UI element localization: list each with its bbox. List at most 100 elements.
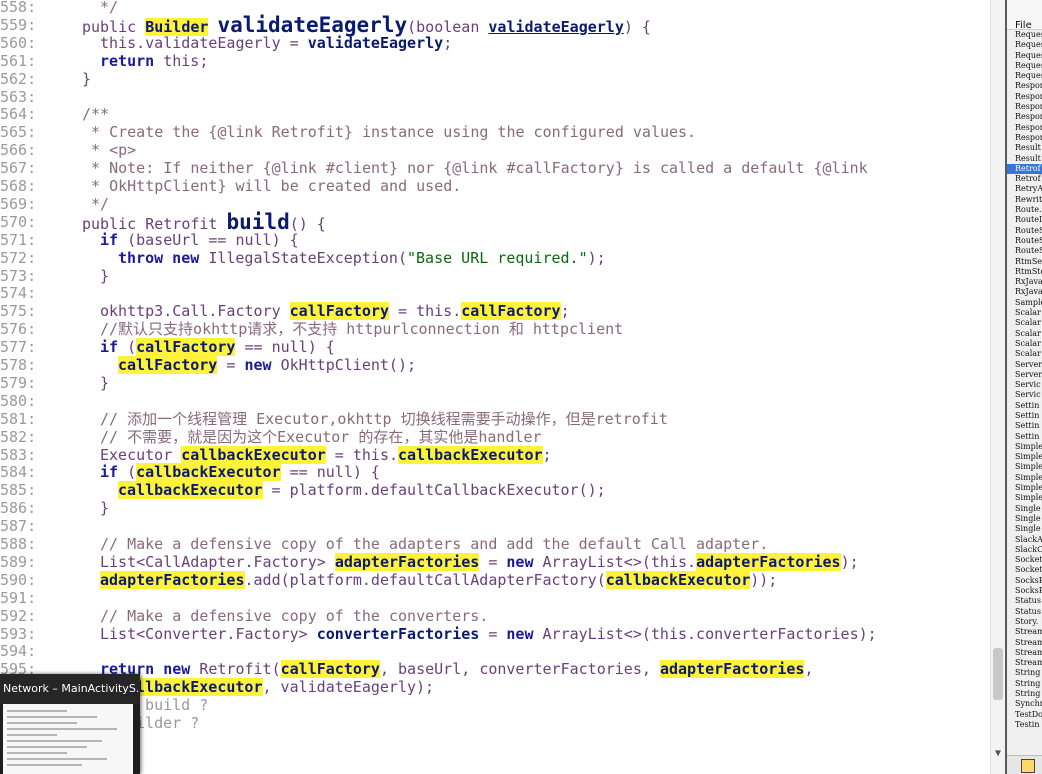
file-list-item[interactable]: Request	[1007, 40, 1042, 50]
file-list-item[interactable]: RtmSto	[1007, 267, 1042, 277]
scroll-down-arrow-icon[interactable]: ▼	[993, 748, 1003, 762]
file-list-item[interactable]: Servic	[1007, 390, 1042, 400]
file-list-item[interactable]: RxJava	[1007, 287, 1042, 297]
file-list-item[interactable]: Rewrit	[1007, 195, 1042, 205]
file-list-item[interactable]: Sample	[1007, 298, 1042, 308]
code-token: // Make a defensive copy of the adapters…	[100, 535, 769, 553]
file-list-item[interactable]: Result	[1007, 154, 1042, 164]
scrollbar-thumb[interactable]	[993, 648, 1003, 700]
code-token: List<Converter.Factory>	[100, 624, 317, 643]
file-list-item[interactable]: Scalar	[1007, 329, 1042, 339]
code-editor[interactable]: 558: */559: public Builder validateEagerly…	[0, 0, 1005, 774]
file-list-item[interactable]: Status	[1007, 596, 1042, 606]
code-text: adapterFactories.add(platform.defaultCal…	[100, 570, 777, 589]
file-list-item[interactable]: Respon	[1007, 102, 1042, 112]
file-list-item[interactable]: Socket	[1007, 555, 1042, 565]
code-line: 596:callbackExecutor, validateEagerly);	[0, 678, 990, 697]
highlighted-token: callbackExecutor	[181, 445, 326, 464]
file-list-item[interactable]: Request	[1007, 61, 1042, 71]
file-list-item[interactable]: Request	[1007, 51, 1042, 61]
file-list-item[interactable]: Scalar	[1007, 308, 1042, 318]
code-token: = platform.defaultCallbackExecutor();	[262, 481, 606, 500]
window-thumbnail-preview[interactable]: Network – MainActivityS...	[0, 674, 140, 774]
line-number: 583:	[0, 445, 37, 464]
file-list-item[interactable]: String	[1007, 689, 1042, 699]
file-list-item[interactable]: Result	[1007, 143, 1042, 153]
code-token: /**	[82, 105, 110, 124]
file-list-item[interactable]: SocksP	[1007, 586, 1042, 596]
code-token: this;	[163, 51, 209, 70]
file-list-item[interactable]: SlackC	[1007, 545, 1042, 555]
line-number: 587:	[0, 517, 37, 536]
file-list-item[interactable]: Simple	[1007, 473, 1042, 483]
file-list-item[interactable]: Respon	[1007, 133, 1042, 143]
code-text: // Make a defensive copy of the converte…	[100, 607, 488, 625]
file-list-item[interactable]: Route.	[1007, 205, 1042, 215]
file-list-item[interactable]: Respon	[1007, 123, 1042, 133]
file-list-item[interactable]: Settin	[1007, 401, 1042, 411]
code-token: validateEagerly	[307, 33, 444, 52]
file-list-item[interactable]: Stream	[1007, 648, 1042, 658]
file-list-item[interactable]: Retrof	[1007, 174, 1042, 184]
file-list-item[interactable]: Stream	[1007, 627, 1042, 637]
file-list-item[interactable]: RxJava	[1007, 277, 1042, 287]
file-list-item[interactable]: Scalar	[1007, 339, 1042, 349]
file-list-item[interactable]: Stream	[1007, 658, 1042, 668]
file-list-item[interactable]: Single	[1007, 524, 1042, 534]
file-list-item[interactable]: Server	[1007, 360, 1042, 370]
code-token: ,	[641, 660, 660, 679]
folder-icon[interactable]	[1021, 759, 1035, 773]
file-list-item[interactable]: Stream	[1007, 638, 1042, 648]
file-list-item[interactable]: Simple	[1007, 452, 1042, 462]
file-list-item[interactable]: Scalar	[1007, 318, 1042, 328]
file-list-item[interactable]: RtmSes	[1007, 257, 1042, 267]
file-list-item[interactable]: Scalar	[1007, 349, 1042, 359]
file-list-item[interactable]: Request	[1007, 30, 1042, 40]
file-list-item[interactable]: RetryA	[1007, 184, 1042, 194]
file-list-item[interactable]: Story.	[1007, 617, 1042, 627]
file-list-item[interactable]: String	[1007, 679, 1042, 689]
file-list-item[interactable]: Simple	[1007, 483, 1042, 493]
file-list-item[interactable]: Retrof	[1007, 163, 1042, 175]
code-token: (baseUrl == null) {	[127, 230, 299, 249]
code-token: (	[127, 463, 137, 482]
line-number: 563:	[0, 87, 37, 106]
file-list-item[interactable]: Synchr	[1007, 699, 1042, 709]
file-list-item[interactable]: SlackA	[1007, 535, 1042, 545]
file-list-item[interactable]: Servic	[1007, 380, 1042, 390]
code-line: 591:	[0, 589, 990, 607]
file-list-item[interactable]: TestDo	[1007, 710, 1042, 720]
file-list-item[interactable]: Settin	[1007, 432, 1042, 442]
file-list-item[interactable]: RouteS	[1007, 236, 1042, 246]
code-text: */	[100, 0, 118, 16]
code-token: ;	[560, 302, 570, 321]
file-list-item[interactable]: Settin	[1007, 411, 1042, 421]
file-list-item[interactable]: Respon	[1007, 112, 1042, 122]
highlighted-token: callbackExecutor	[136, 463, 281, 482]
file-list-item[interactable]: String	[1007, 668, 1042, 678]
file-list-item[interactable]: Status	[1007, 607, 1042, 617]
file-list-item[interactable]: SocksP	[1007, 576, 1042, 586]
code-text: callbackExecutor, validateEagerly);	[118, 678, 434, 697]
code-token: }	[100, 266, 110, 285]
file-list-item[interactable]: RouteD	[1007, 215, 1042, 225]
file-list-item[interactable]: Simple	[1007, 462, 1042, 472]
file-list-item[interactable]: Single	[1007, 504, 1042, 514]
code-text: Executor callbackExecutor = this.callbac…	[100, 445, 552, 464]
file-list-item[interactable]: Single	[1007, 514, 1042, 524]
file-list-item[interactable]: RouteS	[1007, 246, 1042, 256]
file-list-item[interactable]: Simple	[1007, 493, 1042, 503]
file-list-item[interactable]: Socket	[1007, 565, 1042, 575]
file-list-item[interactable]: Request	[1007, 71, 1042, 81]
code-line: 566: * <p>	[0, 141, 990, 159]
code-token: OkHttpClient();	[280, 356, 417, 374]
vertical-scrollbar[interactable]: ▼	[990, 0, 1005, 774]
file-list-item[interactable]: Settin	[1007, 421, 1042, 431]
file-list-item[interactable]: Respon	[1007, 92, 1042, 102]
code-line: 572: throw new IllegalStateException("Bas…	[0, 249, 990, 267]
file-list-item[interactable]: Respon	[1007, 81, 1042, 91]
file-list-item[interactable]: Testin	[1007, 720, 1042, 730]
file-list-item[interactable]: Simple	[1007, 442, 1042, 452]
file-list-item[interactable]: Server	[1007, 370, 1042, 380]
file-list-item[interactable]: RouteS	[1007, 226, 1042, 236]
